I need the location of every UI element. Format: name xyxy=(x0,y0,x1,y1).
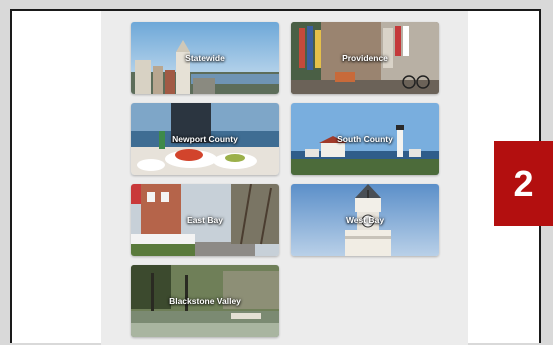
tile-label: South County xyxy=(337,134,393,144)
tile-newport-county[interactable]: Newport County xyxy=(131,103,279,175)
tile-label: East Bay xyxy=(187,215,223,225)
tile-south-county[interactable]: South County xyxy=(291,103,439,175)
tile-label: Statewide xyxy=(185,53,225,63)
tile-east-bay[interactable]: East Bay xyxy=(131,184,279,256)
step-number-badge: 2 xyxy=(494,141,553,226)
screenshot-frame: Statewide Providence Newport County Sout… xyxy=(10,9,541,345)
tile-statewide[interactable]: Statewide xyxy=(131,22,279,94)
tile-label: West Bay xyxy=(345,215,385,225)
tile-west-bay[interactable]: West Bay xyxy=(291,184,439,256)
tile-label: Providence xyxy=(342,53,388,63)
tile-label: Newport County xyxy=(172,134,238,144)
tile-label: Blackstone Valley xyxy=(169,296,241,306)
region-grid: Statewide Providence Newport County Sout… xyxy=(101,11,468,345)
tile-blackstone-valley[interactable]: Blackstone Valley xyxy=(131,265,279,337)
tile-providence[interactable]: Providence xyxy=(291,22,439,94)
